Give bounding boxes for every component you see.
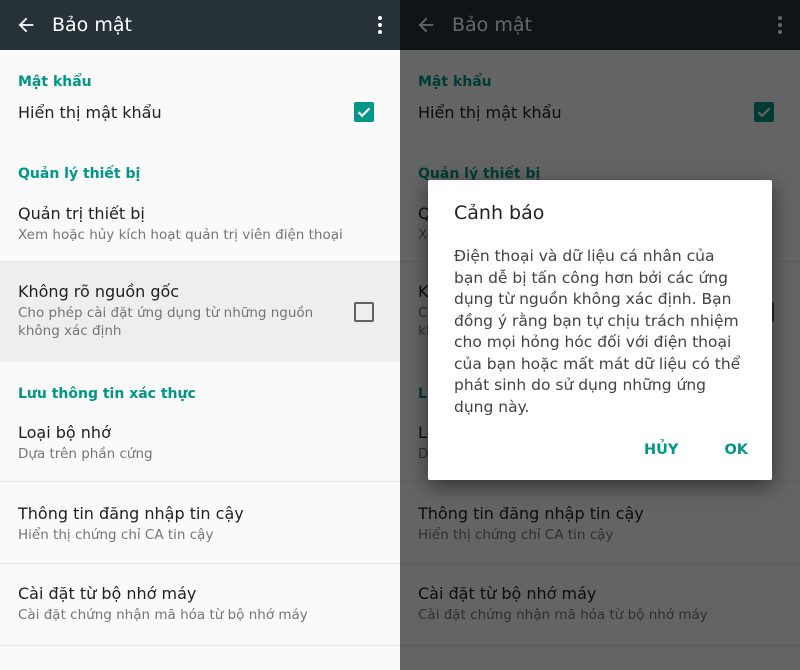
show-password-title: Hiển thị mật khẩu: [18, 103, 162, 122]
more-vert-icon: [378, 16, 382, 34]
dialog-message: Điện thoại và dữ liệu cá nhân của bạn dễ…: [454, 247, 741, 416]
storage-type-title: Loại bộ nhớ: [18, 423, 111, 442]
trusted-credentials-summary: Hiển thị chứng chỉ CA tin cậy: [18, 527, 214, 543]
category-device: Quản lý thiết bị: [18, 166, 141, 182]
storage-type-row[interactable]: Loại bộ nhớ Dựa trên phần cứng: [0, 402, 400, 482]
settings-screen-right: Bảo mật Mật khẩu Hiển thị mật khẩu Quản …: [400, 0, 800, 670]
settings-screen-left: Bảo mật Mật khẩu Hiển thị mật khẩu Quản …: [0, 0, 400, 670]
unknown-sources-summary: Cho phép cài đặt ứng dụng từ những nguồn…: [18, 305, 314, 339]
unknown-sources-checkbox[interactable]: [354, 302, 374, 322]
trusted-credentials-title: Thông tin đăng nhập tin cậy: [18, 504, 244, 523]
check-icon: [357, 107, 371, 118]
back-button[interactable]: [0, 0, 52, 50]
arrow-back-icon: [18, 17, 34, 33]
dialog-title: Cảnh báo: [454, 202, 545, 224]
device-admin-row[interactable]: Quản trị thiết bị Xem hoặc hủy kích hoạt…: [0, 182, 400, 262]
storage-type-summary: Dựa trên phần cứng: [18, 446, 153, 462]
unknown-sources-title: Không rõ nguồn gốc: [18, 282, 180, 301]
app-title: Bảo mật: [52, 14, 132, 36]
app-bar: Bảo mật: [0, 0, 400, 50]
install-storage-title: Cài đặt từ bộ nhớ máy: [18, 584, 197, 603]
unknown-sources-row[interactable]: Không rõ nguồn gốc Cho phép cài đặt ứng …: [0, 262, 400, 362]
more-options-button[interactable]: [360, 0, 400, 50]
trusted-credentials-row[interactable]: Thông tin đăng nhập tin cậy Hiển thị chứ…: [0, 482, 400, 564]
ok-button[interactable]: OK: [724, 442, 748, 458]
dialog-actions: HỦY OK: [644, 442, 748, 458]
install-storage-summary: Cài đặt chứng nhận mã hóa từ bộ nhớ máy: [18, 607, 308, 623]
cancel-button[interactable]: HỦY: [644, 442, 678, 458]
show-password-row[interactable]: Hiển thị mật khẩu: [0, 90, 400, 142]
device-admin-title: Quản trị thiết bị: [18, 204, 145, 223]
device-admin-summary: Xem hoặc hủy kích hoạt quản trị viên điệ…: [18, 227, 343, 243]
category-credentials: Lưu thông tin xác thực: [18, 386, 196, 402]
show-password-checkbox[interactable]: [354, 102, 374, 122]
install-storage-row[interactable]: Cài đặt từ bộ nhớ máy Cài đặt chứng nhận…: [0, 564, 400, 646]
warning-dialog: Cảnh báo Điện thoại và dữ liệu cá nhân c…: [428, 180, 772, 480]
category-password: Mật khẩu: [18, 74, 92, 90]
